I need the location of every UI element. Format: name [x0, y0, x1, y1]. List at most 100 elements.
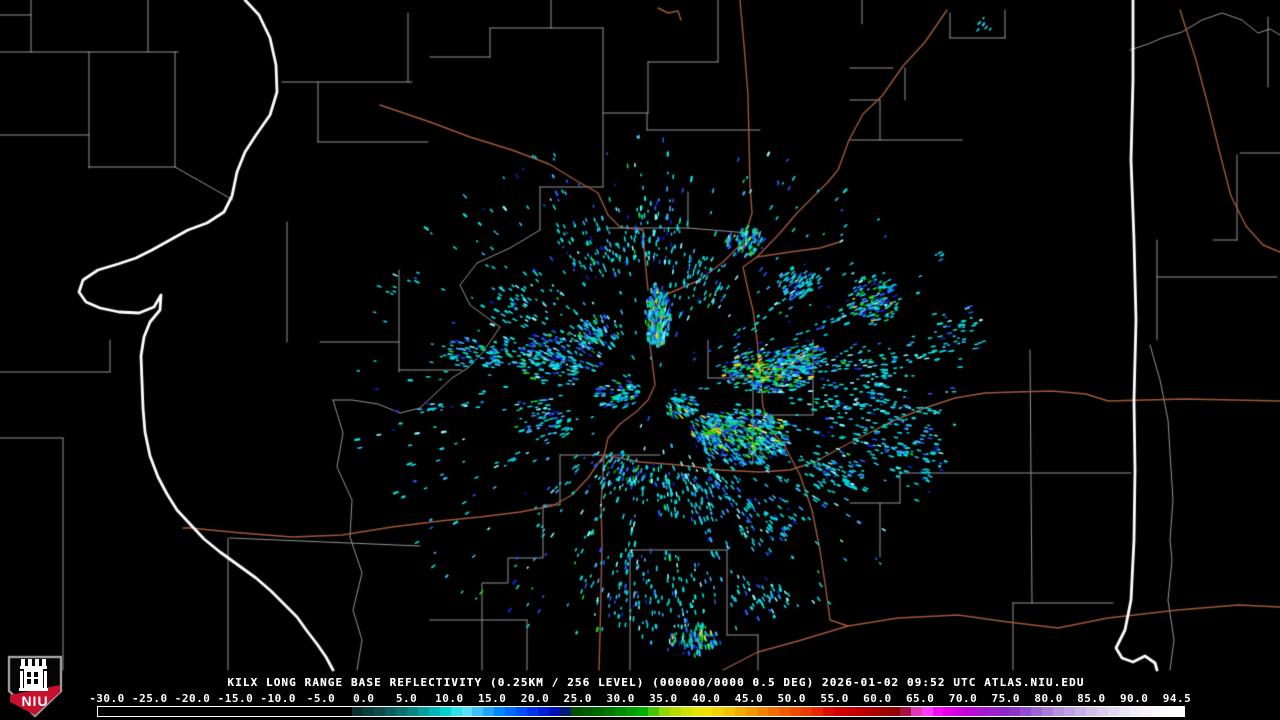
colorbar-tick: 25.0 [563, 692, 593, 705]
colorbar-segment [1020, 707, 1032, 716]
colorbar-tick: 85.0 [1077, 692, 1106, 705]
colorbar-segment [494, 707, 506, 716]
colorbar-tick-labels: -30.0 -25.0 -20.0 -15.0 -10.0 -5.0 0.0 5.0 10.0 1… [0, 692, 1280, 705]
colorbar-segment [768, 707, 780, 716]
colorbar-segment [1162, 707, 1174, 716]
radar-map-canvas[interactable] [0, 0, 1280, 720]
niu-logo-text: NIU [21, 693, 48, 709]
colorbar-segment [483, 707, 495, 716]
colorbar-segment [724, 707, 736, 716]
colorbar-segment [1063, 707, 1075, 716]
colorbar-segment [713, 707, 725, 716]
colorbar-segment [779, 707, 791, 716]
colorbar-segment [1074, 707, 1086, 716]
colorbar-segment [395, 707, 407, 716]
colorbar-segment [735, 707, 747, 716]
colorbar-segment [625, 707, 637, 716]
colorbar-tick: 20.0 [520, 692, 550, 705]
colorbar-segment [1031, 707, 1043, 716]
colorbar-tick: -20.0 [174, 692, 211, 705]
colorbar-segment [417, 707, 429, 716]
colorbar-tick: 15.0 [477, 692, 507, 705]
colorbar-tick: 0.0 [353, 692, 375, 705]
colorbar-tick: -30.0 [89, 692, 125, 705]
colorbar-tick: 90.0 [1119, 692, 1149, 705]
colorbar-segment [1151, 707, 1163, 716]
colorbar-segment [516, 707, 528, 716]
colorbar-segment [352, 707, 363, 716]
colorbar-segment [428, 707, 440, 716]
colorbar-segment [592, 707, 604, 716]
colorbar-segment [636, 707, 648, 716]
colorbar-segment [538, 707, 550, 716]
colorbar-tick: 75.0 [991, 692, 1021, 705]
colorbar-segment [1107, 707, 1119, 716]
colorbar-segment [998, 707, 1010, 716]
colorbar-segment [691, 707, 703, 716]
colorbar-segment [647, 707, 659, 716]
colorbar-segment [362, 707, 374, 716]
colorbar-segment [910, 707, 922, 716]
colorbar-tick: 40.0 [691, 692, 721, 705]
colorbar-segment [822, 707, 834, 716]
colorbar-segment [658, 707, 670, 716]
colorbar-segment [877, 707, 889, 716]
colorbar-tick: -25.0 [131, 692, 168, 705]
colorbar-tick: -10.0 [260, 692, 296, 705]
colorbar-segment [450, 707, 462, 716]
colorbar-segment [603, 707, 615, 716]
colorbar-tick: 35.0 [649, 692, 678, 705]
colorbar-segment [833, 707, 845, 716]
colorbar-tick: 30.0 [606, 692, 635, 705]
colorbar-segment [987, 707, 999, 716]
colorbar-segment [571, 707, 583, 716]
colorbar-segment [801, 707, 813, 716]
colorbar-segment [582, 707, 593, 716]
niu-logo[interactable]: NIU [7, 655, 63, 718]
colorbar-segment [932, 707, 944, 716]
colorbar-tick: -5.0 [306, 692, 336, 705]
colorbar-segment [844, 707, 856, 716]
colorbar-segment [406, 707, 418, 716]
colorbar-tick: 5.0 [395, 692, 418, 705]
colorbar-segment [527, 707, 539, 716]
colorbar-segment [855, 707, 867, 716]
colorbar-segment [472, 707, 484, 716]
colorbar-tick: 45.0 [734, 692, 764, 705]
colorbar-segment [1042, 707, 1053, 716]
colorbar-segment [746, 707, 758, 716]
colorbar-segment [461, 707, 473, 716]
colorbar-segment [505, 707, 517, 716]
colorbar-segment [1096, 707, 1108, 716]
colorbar-segment [1085, 707, 1097, 716]
colorbar-segment [812, 707, 823, 716]
colorbar-tick: 10.0 [435, 692, 464, 705]
colorbar-segment [965, 707, 977, 716]
colorbar-tick: 60.0 [863, 692, 892, 705]
colorbar-segment [757, 707, 769, 716]
colorbar-segment [1173, 707, 1185, 716]
colorbar-tick: 65.0 [905, 692, 935, 705]
colorbar-segment [954, 707, 966, 716]
colorbar-segment [976, 707, 988, 716]
colorbar-segment [384, 707, 396, 716]
colorbar-segment [1118, 707, 1130, 716]
colorbar-tick: 70.0 [948, 692, 978, 705]
colorbar-segment [669, 707, 681, 716]
colorbar-segment [373, 707, 385, 716]
colorbar-tick: 80.0 [1034, 692, 1063, 705]
colorbar-segment [439, 707, 451, 716]
radar-viewer: KILX LONG RANGE BASE REFLECTIVITY (0.25K… [0, 0, 1280, 720]
colorbar-tick: 50.0 [777, 692, 807, 705]
colorbar-segment [790, 707, 802, 716]
colorbar-segment [866, 707, 878, 716]
colorbar-tick: -15.0 [217, 692, 254, 705]
colorbar-tick: 55.0 [820, 692, 849, 705]
colorbar-tick: 94.5 [1162, 692, 1192, 705]
colorbar-empty-segment [98, 707, 352, 716]
colorbar-segment [921, 707, 933, 716]
colorbar-segment [1009, 707, 1021, 716]
colorbar-segment [560, 707, 572, 716]
colorbar-segment [899, 707, 911, 716]
reflectivity-colorbar [97, 706, 1185, 717]
